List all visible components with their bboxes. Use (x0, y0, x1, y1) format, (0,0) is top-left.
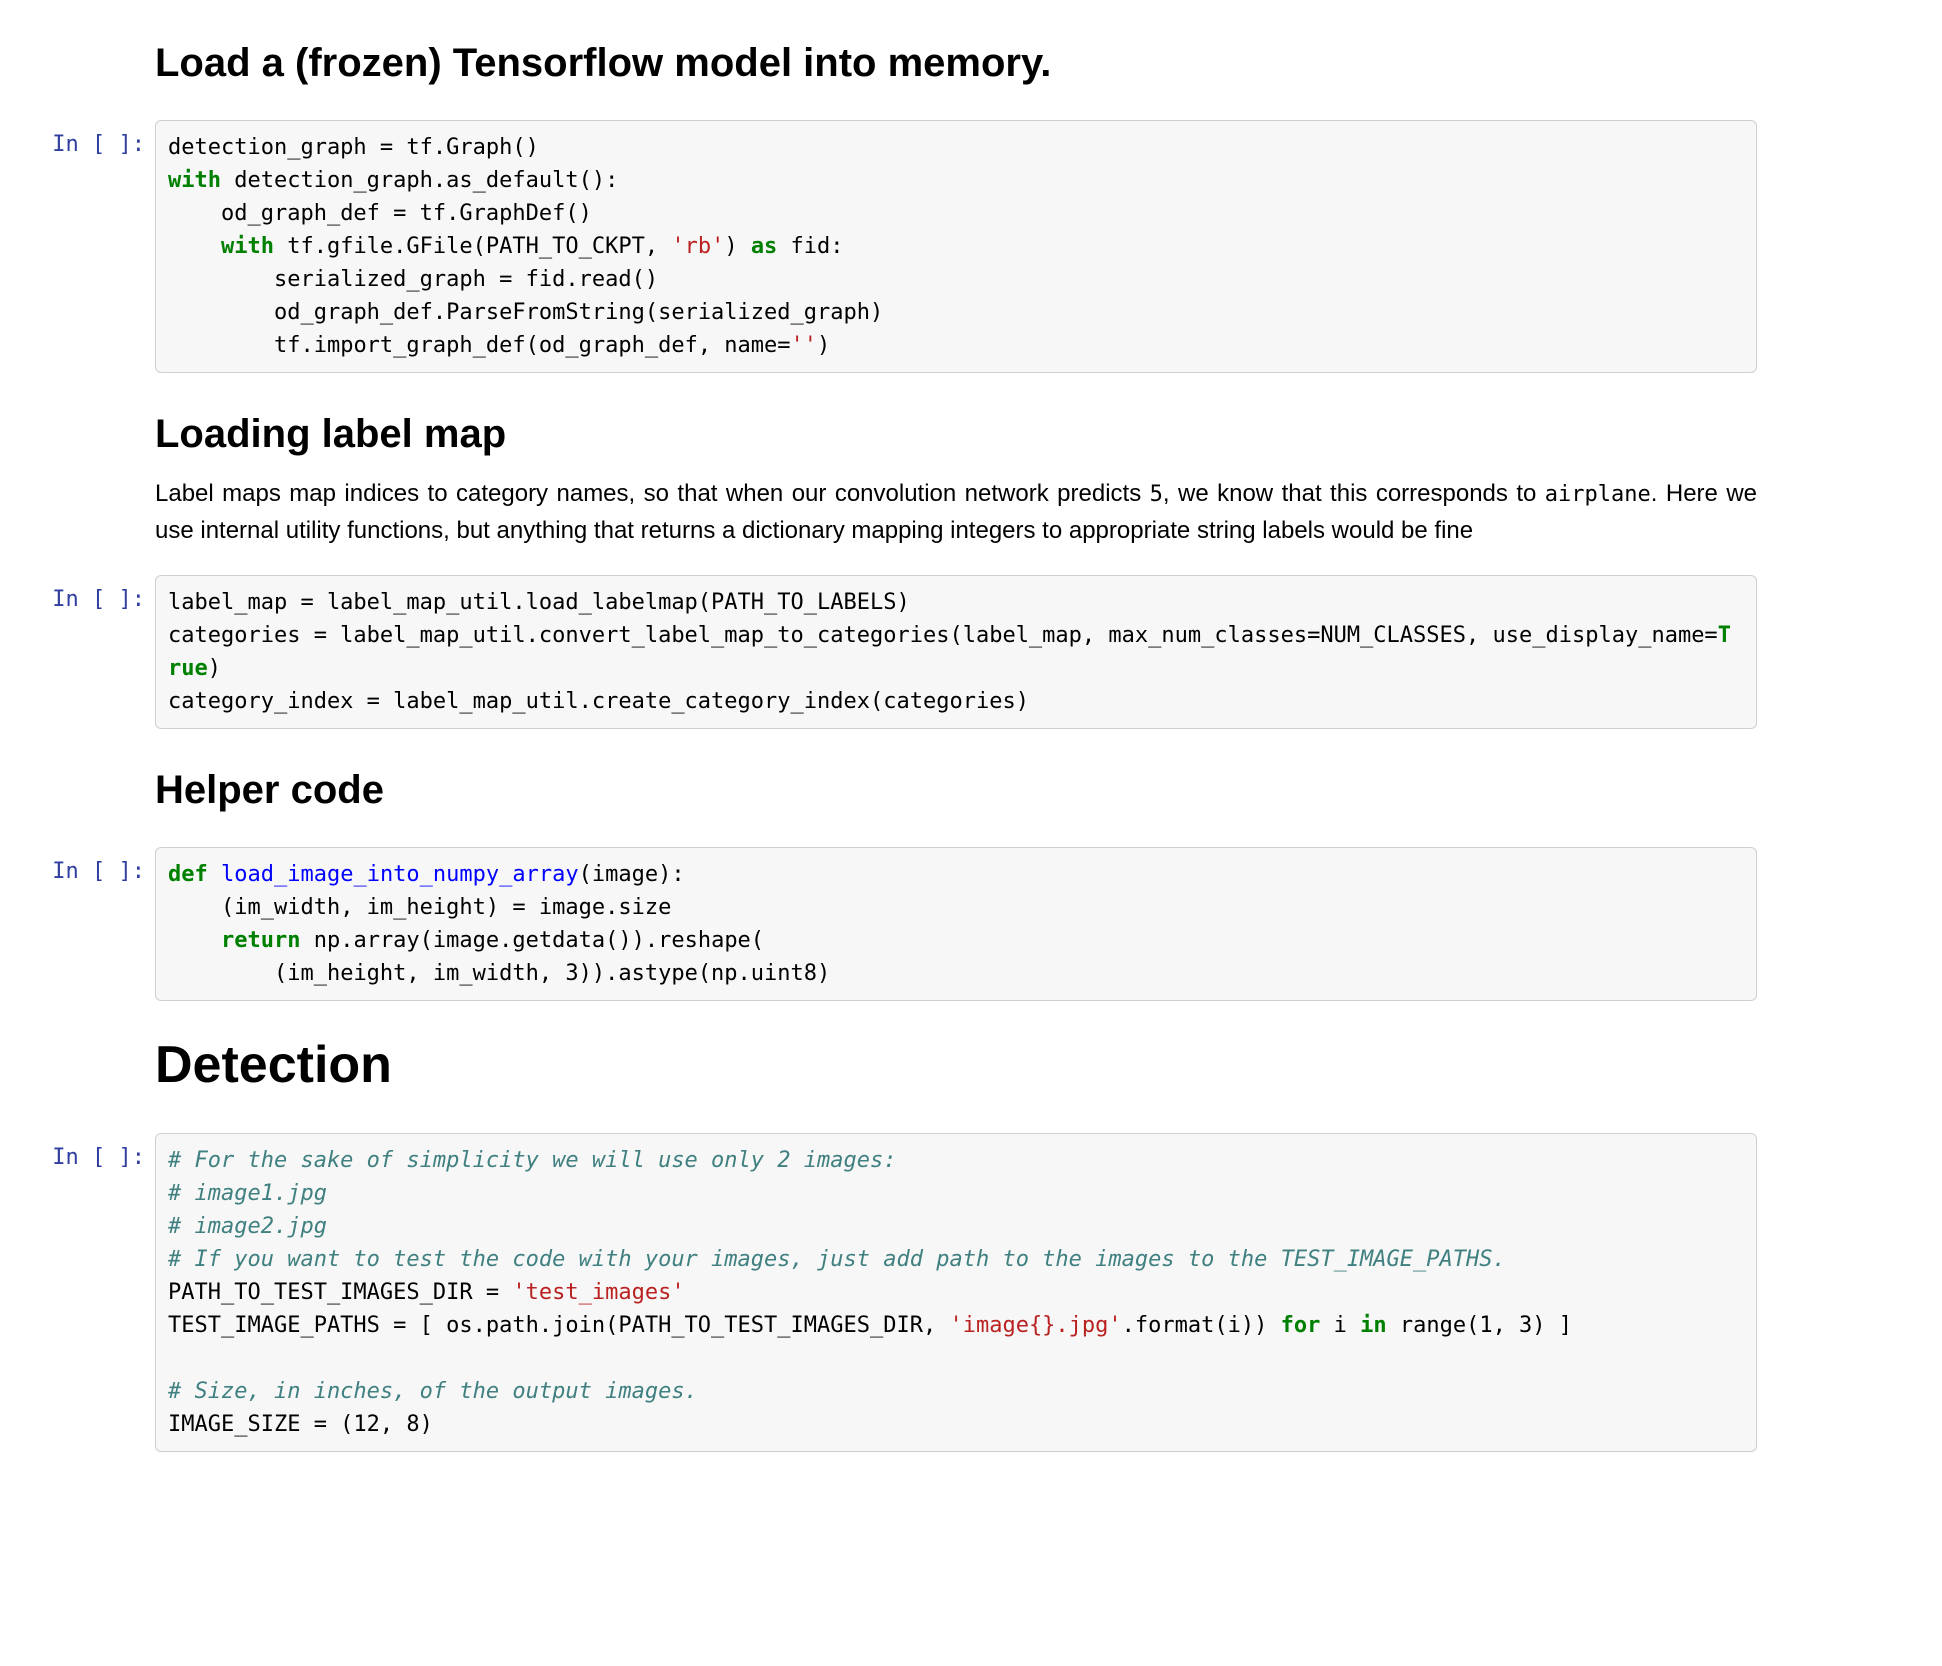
input-prompt: In [ ]: (30, 847, 155, 1001)
input-prompt: In [ ]: (30, 120, 155, 373)
markdown-cell: Loading label map Label maps map indices… (30, 381, 1757, 567)
code-cell[interactable]: In [ ]: # For the sake of simplicity we … (30, 1133, 1757, 1452)
input-prompt: In [ ]: (30, 575, 155, 729)
code-cell[interactable]: In [ ]: detection_graph = tf.Graph() wit… (30, 120, 1757, 373)
notebook: Load a (frozen) Tensorflow model into me… (0, 0, 1942, 1520)
markdown-cell: Load a (frozen) Tensorflow model into me… (30, 10, 1757, 112)
code-block[interactable]: detection_graph = tf.Graph() with detect… (155, 120, 1757, 373)
heading-label-map: Loading label map (155, 411, 1757, 457)
heading-helper: Helper code (155, 767, 1757, 813)
prompt-empty (30, 10, 155, 112)
code-block[interactable]: def load_image_into_numpy_array(image): … (155, 847, 1757, 1001)
prompt-empty (30, 1009, 155, 1124)
markdown-cell: Helper code (30, 737, 1757, 839)
code-cell[interactable]: In [ ]: label_map = label_map_util.load_… (30, 575, 1757, 729)
heading-detection: Detection (155, 1037, 1757, 1094)
input-prompt: In [ ]: (30, 1133, 155, 1452)
code-block[interactable]: label_map = label_map_util.load_labelmap… (155, 575, 1757, 729)
prompt-empty (30, 381, 155, 567)
prompt-empty (30, 737, 155, 839)
code-block[interactable]: # For the sake of simplicity we will use… (155, 1133, 1757, 1452)
paragraph-label-map: Label maps map indices to category names… (155, 475, 1757, 549)
markdown-cell: Detection (30, 1009, 1757, 1124)
code-cell[interactable]: In [ ]: def load_image_into_numpy_array(… (30, 847, 1757, 1001)
heading-load-model: Load a (frozen) Tensorflow model into me… (155, 40, 1757, 86)
